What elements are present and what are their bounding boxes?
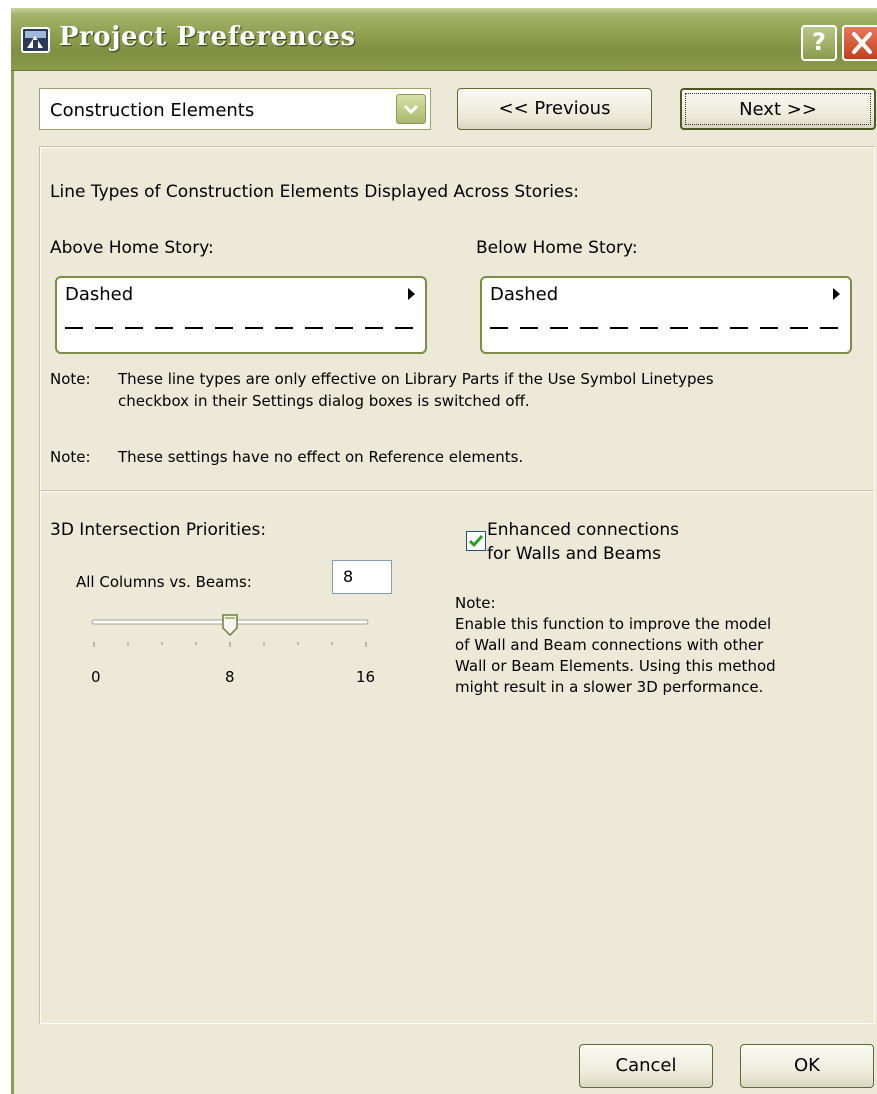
dialog-title: Project Preferences	[59, 22, 356, 52]
next-button[interactable]: Next >>	[680, 88, 876, 130]
category-dropdown-value: Construction Elements	[50, 100, 255, 121]
next-button-label: Next >>	[739, 99, 817, 120]
slider-thumb[interactable]	[222, 614, 238, 636]
slider-max-label: 16	[356, 668, 376, 686]
connections-note-line3: Wall or Beam Elements. Using this method	[455, 657, 776, 675]
triangle-right-icon	[408, 288, 415, 300]
dashed-line-preview	[65, 327, 419, 329]
note-label: Note:	[50, 370, 91, 388]
priority-slider[interactable]	[84, 614, 384, 660]
category-dropdown[interactable]: Construction Elements	[39, 88, 431, 130]
close-button[interactable]	[842, 25, 877, 61]
dashed-line-preview	[490, 327, 844, 329]
note-reference-text: These settings have no effect on Referen…	[118, 448, 524, 466]
title-bar[interactable]: Project Preferences ?	[11, 8, 877, 71]
connections-note-line2: of Wall and Beam connections with other	[455, 636, 764, 654]
note-linetype-line1: These line types are only effective on L…	[118, 370, 714, 388]
cancel-button[interactable]: Cancel	[579, 1044, 713, 1088]
above-linetype-selector[interactable]: Dashed	[55, 276, 427, 354]
app-icon	[21, 26, 51, 54]
previous-button[interactable]: << Previous	[457, 88, 652, 130]
ok-button[interactable]: OK	[740, 1044, 874, 1088]
line-types-heading: Line Types of Construction Elements Disp…	[50, 182, 579, 202]
note-label: Note:	[50, 448, 91, 466]
above-home-story-label: Above Home Story:	[50, 238, 214, 258]
close-icon	[852, 32, 872, 54]
below-home-story-label: Below Home Story:	[476, 238, 638, 258]
enhanced-connections-label-line2[interactable]: for Walls and Beams	[487, 544, 661, 564]
intersection-heading: 3D Intersection Priorities:	[50, 520, 267, 540]
below-linetype-value: Dashed	[490, 284, 559, 305]
above-linetype-value: Dashed	[65, 284, 134, 305]
note-linetype-line2: checkbox in their Settings dialog boxes …	[118, 392, 530, 410]
chevron-down-icon[interactable]	[396, 94, 426, 124]
triangle-right-icon	[833, 288, 840, 300]
check-icon	[468, 535, 484, 548]
connections-note-line4: might result in a slower 3D performance.	[455, 678, 764, 696]
below-linetype-selector[interactable]: Dashed	[480, 276, 852, 354]
enhanced-connections-checkbox[interactable]	[466, 531, 486, 551]
help-icon: ?	[812, 28, 826, 56]
enhanced-connections-label-line1[interactable]: Enhanced connections	[487, 520, 679, 540]
project-preferences-dialog: Project Preferences ? Construction Eleme…	[11, 8, 877, 1094]
help-button[interactable]: ?	[801, 25, 837, 61]
slider-mid-label: 8	[225, 668, 235, 686]
slider-min-label: 0	[91, 668, 101, 686]
connections-note-line1: Enable this function to improve the mode…	[455, 615, 772, 633]
connections-note-title: Note:	[455, 594, 496, 612]
columns-vs-beams-label: All Columns vs. Beams:	[76, 573, 252, 591]
columns-vs-beams-input[interactable]: 8	[332, 560, 392, 594]
section-divider	[41, 490, 873, 492]
